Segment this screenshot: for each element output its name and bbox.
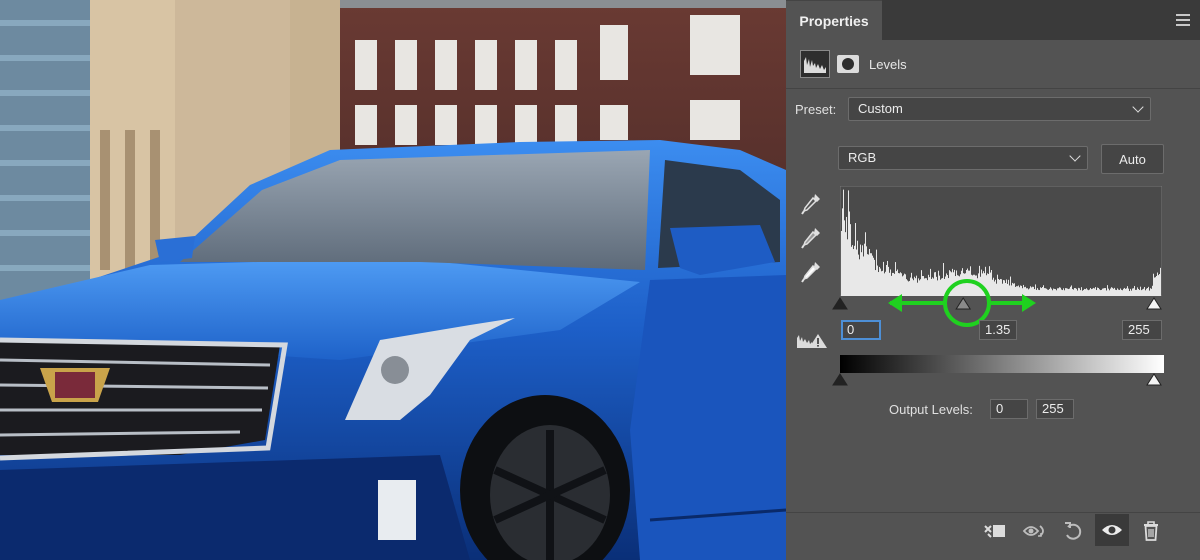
annotation-overlay [888,279,1036,327]
histogram-bar [856,249,857,296]
histogram-bar [883,261,884,296]
histogram-bar [857,240,858,296]
view-previous-state-icon[interactable] [1022,520,1044,542]
trash-icon[interactable] [1141,520,1163,542]
histogram-bar [862,245,863,296]
histogram-bar [1156,276,1157,296]
histogram-bar [855,223,856,296]
histogram-bar [841,230,842,296]
car-photo [0,0,786,560]
histogram-bar [871,253,872,296]
histogram-bar [846,216,847,296]
white-point-eyedropper-icon[interactable] [800,260,822,284]
histogram-bar [880,268,881,296]
chevron-down-icon [1132,101,1144,113]
levels-histogram-icon[interactable] [800,50,830,78]
histogram-bar [853,249,854,296]
histogram-bar [870,253,871,296]
histogram-bar [850,224,851,296]
output-white-field[interactable]: 255 [1036,399,1074,419]
histogram-bar [1158,275,1159,296]
clipping-warning-icon[interactable] [796,332,828,350]
input-black-field[interactable]: 0 [841,320,881,340]
histogram-bar [1159,274,1160,296]
histogram-bar [872,255,873,296]
layer-mask-icon[interactable] [834,50,864,78]
divider [786,512,1200,513]
chevron-down-icon [1069,150,1081,162]
histogram-bar [843,189,844,296]
hamburger-menu-icon[interactable] [1176,14,1190,26]
histogram-bar [864,243,865,296]
histogram-bar [1157,272,1158,296]
output-black-field[interactable]: 0 [990,399,1028,419]
histogram-bar [877,265,878,296]
histogram-bar [865,232,866,296]
histogram-bar [861,252,862,296]
properties-panel: Properties Levels Preset: Custom RGB Aut… [786,0,1200,560]
histogram-bar [849,211,850,296]
histogram-bar [878,272,879,296]
histogram-bar [874,259,875,296]
histogram-bar [845,232,846,296]
auto-button[interactable]: Auto [1101,144,1164,174]
histogram-bar [863,256,864,296]
histogram-bar [884,273,885,296]
histogram-bar [882,270,883,296]
visibility-eye-icon [1102,525,1122,535]
input-black-handle[interactable] [832,297,848,310]
histogram-bar [851,246,852,296]
histogram-bar [860,244,861,296]
histogram-bar [844,220,845,296]
histogram-bar [847,239,848,296]
input-white-field[interactable]: 255 [1122,320,1162,340]
output-slider-track[interactable] [832,373,1166,387]
histogram-bar [859,259,860,296]
channel-value: RGB [848,150,877,165]
adjustment-title: Levels [869,57,907,72]
channel-select[interactable]: RGB [838,146,1088,170]
input-white-handle[interactable] [1146,297,1162,310]
input-gamma-field[interactable]: 1.35 [979,320,1017,340]
screen: Properties Levels Preset: Custom RGB Aut… [0,0,1200,560]
histogram-bar [848,190,849,296]
panel-tab-bar: Properties [786,0,1200,40]
preset-select[interactable]: Custom [848,97,1151,121]
gray-point-eyedropper-icon[interactable] [800,226,822,250]
tab-properties[interactable]: Properties [786,0,882,40]
output-white-handle[interactable] [1146,373,1162,386]
annotation-circle [943,279,991,327]
reset-icon[interactable] [1062,520,1084,542]
histogram-bar [873,257,874,296]
histogram-bar [881,271,882,296]
visibility-toggle[interactable] [1095,514,1129,546]
output-gradient-bar [840,355,1164,373]
clip-to-layer-icon[interactable] [983,520,1005,542]
histogram-bar [867,254,868,296]
histogram-bar [868,254,869,296]
preset-value: Custom [858,101,903,116]
histogram-bar [879,266,880,296]
histogram-bar [876,249,877,296]
histogram-bar [1153,273,1154,296]
histogram-bar [875,270,876,296]
histogram-bar [852,245,853,296]
histogram-bar [858,254,859,296]
preset-label: Preset: [795,102,837,117]
histogram-bar [1160,267,1161,296]
output-black-handle[interactable] [832,373,848,386]
histogram-bar [866,246,867,296]
histogram-bar [842,208,843,296]
document-canvas[interactable] [0,0,786,560]
black-point-eyedropper-icon[interactable] [800,192,822,216]
divider [786,88,1200,89]
output-levels-label: Output Levels: [889,402,973,417]
histogram-bar [854,245,855,296]
histogram-bar [869,248,870,296]
